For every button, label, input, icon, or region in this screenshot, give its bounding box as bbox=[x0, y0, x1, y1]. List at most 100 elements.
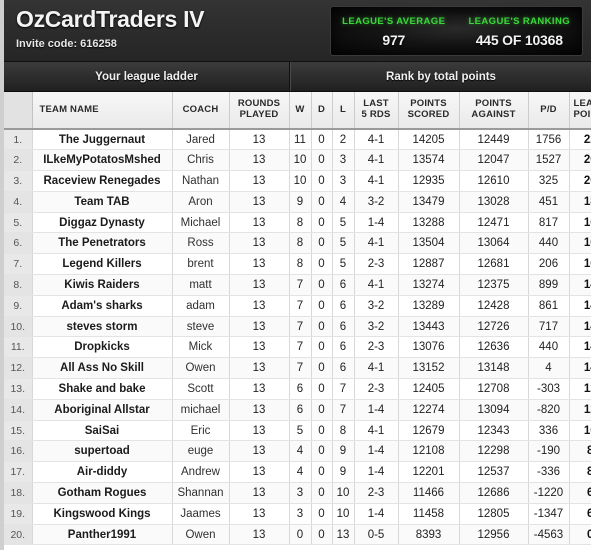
league-points-cell: 6 bbox=[569, 503, 591, 525]
team-name-cell: Kiwis Raiders bbox=[32, 274, 173, 296]
ladder-table: TEAM NAME COACH ROUNDS PLAYED W D L LAST… bbox=[4, 92, 591, 546]
table-row[interactable]: 17. Air-diddy Andrew 13 4 0 9 1-4 12201 12537 -336… bbox=[4, 461, 591, 484]
rank-cell: 7. bbox=[4, 253, 33, 276]
table-row[interactable]: 20. Panther1991 Owen 13 0 0 13 0-5 8393 12956 -456… bbox=[4, 524, 591, 546]
points-differential-cell: 861 bbox=[528, 295, 570, 317]
table-row[interactable]: 3. Raceview Renegades Nathan 13 10 0 3 4-1 12935… bbox=[4, 170, 591, 192]
league-points-cell: 22 bbox=[569, 129, 591, 151]
league-points-cell: 16 bbox=[569, 212, 591, 234]
points-differential-cell: 336 bbox=[528, 420, 570, 442]
team-name-cell: Raceview Renegades bbox=[32, 170, 173, 192]
points-against-cell: 12805 bbox=[459, 503, 529, 525]
last-5-rounds-cell: 0-5 bbox=[354, 524, 399, 546]
rounds-played-cell: 13 bbox=[229, 129, 290, 151]
table-row[interactable]: 15.SaiSaiEric135084-1126791234333610 bbox=[4, 420, 591, 442]
losses-cell: 13 bbox=[332, 524, 355, 546]
last-5-rounds-cell: 3-2 bbox=[354, 316, 399, 338]
points-against-cell: 12449 bbox=[459, 129, 529, 151]
points-differential-cell: -4563 bbox=[528, 524, 570, 546]
coach-cell: Chris bbox=[172, 149, 230, 172]
table-row[interactable]: 11.DropkicksMick137062-3130761263644014 bbox=[4, 336, 591, 359]
rounds-played-cell: 13 bbox=[229, 212, 290, 234]
last-5-rounds-cell: 4-1 bbox=[354, 420, 399, 442]
draws-cell: 0 bbox=[311, 482, 333, 504]
points-against-cell: 12428 bbox=[459, 295, 529, 317]
stat-league-average-label: LEAGUE'S AVERAGE bbox=[342, 16, 446, 27]
rounds-played-cell: 13 bbox=[229, 357, 290, 380]
league-points-cell: 14 bbox=[569, 357, 591, 380]
table-row[interactable]: 5. Diggaz Dynasty Michael 13 8 0 5 1-4 13288 1247… bbox=[4, 212, 591, 234]
table-row[interactable]: 10. steves storm steve 13 7 0 6 3-2 13443 12726 71… bbox=[4, 316, 591, 338]
column-header-points-differential[interactable]: P/D bbox=[528, 92, 570, 130]
points-differential-cell: -1347 bbox=[528, 503, 570, 525]
coach-cell: Owen bbox=[172, 357, 230, 380]
column-header-rounds-played[interactable]: ROUNDS PLAYED bbox=[229, 92, 290, 130]
column-header-wins[interactable]: W bbox=[289, 92, 312, 130]
table-row[interactable]: 14. Aboriginal Allstar michael 13 6 0 7 1-4 1227… bbox=[4, 399, 591, 421]
table-row[interactable]: 2. ILkeMyPotatosMshed Chris 13 10 0 3 4-1 13574 1… bbox=[4, 149, 591, 172]
table-row[interactable]: 16.supertoadeuge134091-41210812298-1908 bbox=[4, 440, 591, 463]
points-scored-cell: 13479 bbox=[398, 191, 460, 213]
team-name-cell: Shake and bake bbox=[32, 378, 173, 400]
table-row[interactable]: 4.Team TABAron139043-2134791302845118 bbox=[4, 191, 591, 213]
last-5-rounds-cell: 1-4 bbox=[354, 503, 399, 525]
tab-rank-by-total-points[interactable]: Rank by total points bbox=[290, 62, 591, 91]
points-differential-cell: 1756 bbox=[528, 129, 570, 151]
column-header-league-points-line2: POINTS bbox=[573, 109, 591, 120]
team-name-cell: Team TAB bbox=[32, 191, 173, 213]
column-header-points-against-line2: AGAINST bbox=[471, 109, 516, 120]
points-against-cell: 12343 bbox=[459, 420, 529, 442]
wins-cell: 0 bbox=[289, 524, 312, 546]
rounds-played-cell: 13 bbox=[229, 524, 290, 546]
table-row[interactable]: 13. Shake and bake Scott 13 6 0 7 2-3 12405 12708… bbox=[4, 378, 591, 400]
column-header-points-scored[interactable]: POINTS SCORED bbox=[398, 92, 460, 130]
rounds-played-cell: 13 bbox=[229, 399, 290, 421]
wins-cell: 7 bbox=[289, 336, 312, 359]
column-header-draws[interactable]: D bbox=[311, 92, 333, 130]
column-header-rank bbox=[4, 92, 33, 130]
draws-cell: 0 bbox=[311, 129, 333, 151]
last-5-rounds-cell: 4-1 bbox=[354, 357, 399, 380]
last-5-rounds-cell: 4-1 bbox=[354, 232, 399, 255]
points-scored-cell: 13288 bbox=[398, 212, 460, 234]
team-name-cell: Aboriginal Allstar bbox=[32, 399, 173, 421]
league-stats-box: LEAGUE'S AVERAGE 977 LEAGUE'S RANKING 44… bbox=[330, 6, 583, 56]
column-header-last-5-rounds[interactable]: LAST 5 RDS bbox=[354, 92, 399, 130]
table-row[interactable]: 7. Legend Killers brent 13 8 0 5 2-3 12887 12681 2… bbox=[4, 253, 591, 276]
losses-cell: 10 bbox=[332, 482, 355, 504]
column-header-rounds-played-line1: ROUNDS bbox=[237, 98, 281, 110]
last-5-rounds-cell: 4-1 bbox=[354, 274, 399, 296]
wins-cell: 3 bbox=[289, 503, 312, 525]
tab-your-league-ladder[interactable]: Your league ladder bbox=[4, 62, 290, 91]
points-against-cell: 12686 bbox=[459, 482, 529, 504]
points-against-cell: 12537 bbox=[459, 461, 529, 484]
losses-cell: 4 bbox=[332, 191, 355, 213]
rank-cell: 2. bbox=[4, 149, 33, 172]
stat-league-ranking-value: 445 OF 10368 bbox=[475, 32, 563, 48]
points-scored-cell: 11458 bbox=[398, 503, 460, 525]
column-header-league-points[interactable]: LEAGUE POINTS bbox=[569, 92, 591, 130]
table-row[interactable]: 12. All Ass No Skill Owen 13 7 0 6 4-1 13152 1314… bbox=[4, 357, 591, 380]
table-row[interactable]: 6. The Penetrators Ross 13 8 0 5 4-1 13504 13064 4… bbox=[4, 232, 591, 255]
rounds-played-cell: 13 bbox=[229, 482, 290, 504]
column-header-points-against[interactable]: POINTS AGAINST bbox=[459, 92, 529, 130]
coach-cell: Nathan bbox=[172, 170, 230, 192]
table-row[interactable]: 9. Adam's sharks adam 13 7 0 6 3-2 13289 12428 861… bbox=[4, 295, 591, 317]
last-5-rounds-cell: 1-4 bbox=[354, 461, 399, 484]
league-points-cell: 20 bbox=[569, 170, 591, 192]
rounds-played-cell: 13 bbox=[229, 420, 290, 442]
column-header-losses[interactable]: L bbox=[332, 92, 355, 130]
rounds-played-cell: 13 bbox=[229, 336, 290, 359]
draws-cell: 0 bbox=[311, 191, 333, 213]
table-row[interactable]: 19. Kingswood Kings Jaames 13 3 0 10 1-4 11458 12… bbox=[4, 503, 591, 525]
points-against-cell: 12681 bbox=[459, 253, 529, 276]
stat-league-ranking: LEAGUE'S RANKING 445 OF 10368 bbox=[457, 7, 583, 55]
table-row[interactable]: 1. The Juggernaut Jared 13 11 0 2 4-1 14205 12449… bbox=[4, 129, 591, 151]
table-row[interactable]: 8. Kiwis Raiders matt 13 7 0 6 4-1 13274 12375 899… bbox=[4, 274, 591, 296]
points-scored-cell: 13443 bbox=[398, 316, 460, 338]
column-header-coach[interactable]: COACH bbox=[172, 92, 230, 130]
rounds-played-cell: 13 bbox=[229, 461, 290, 484]
last-5-rounds-cell: 3-2 bbox=[354, 295, 399, 317]
column-header-team-name[interactable]: TEAM NAME bbox=[32, 92, 173, 130]
table-row[interactable]: 18. Gotham Rogues Shannan 13 3 0 10 2-3 11466 126… bbox=[4, 482, 591, 504]
